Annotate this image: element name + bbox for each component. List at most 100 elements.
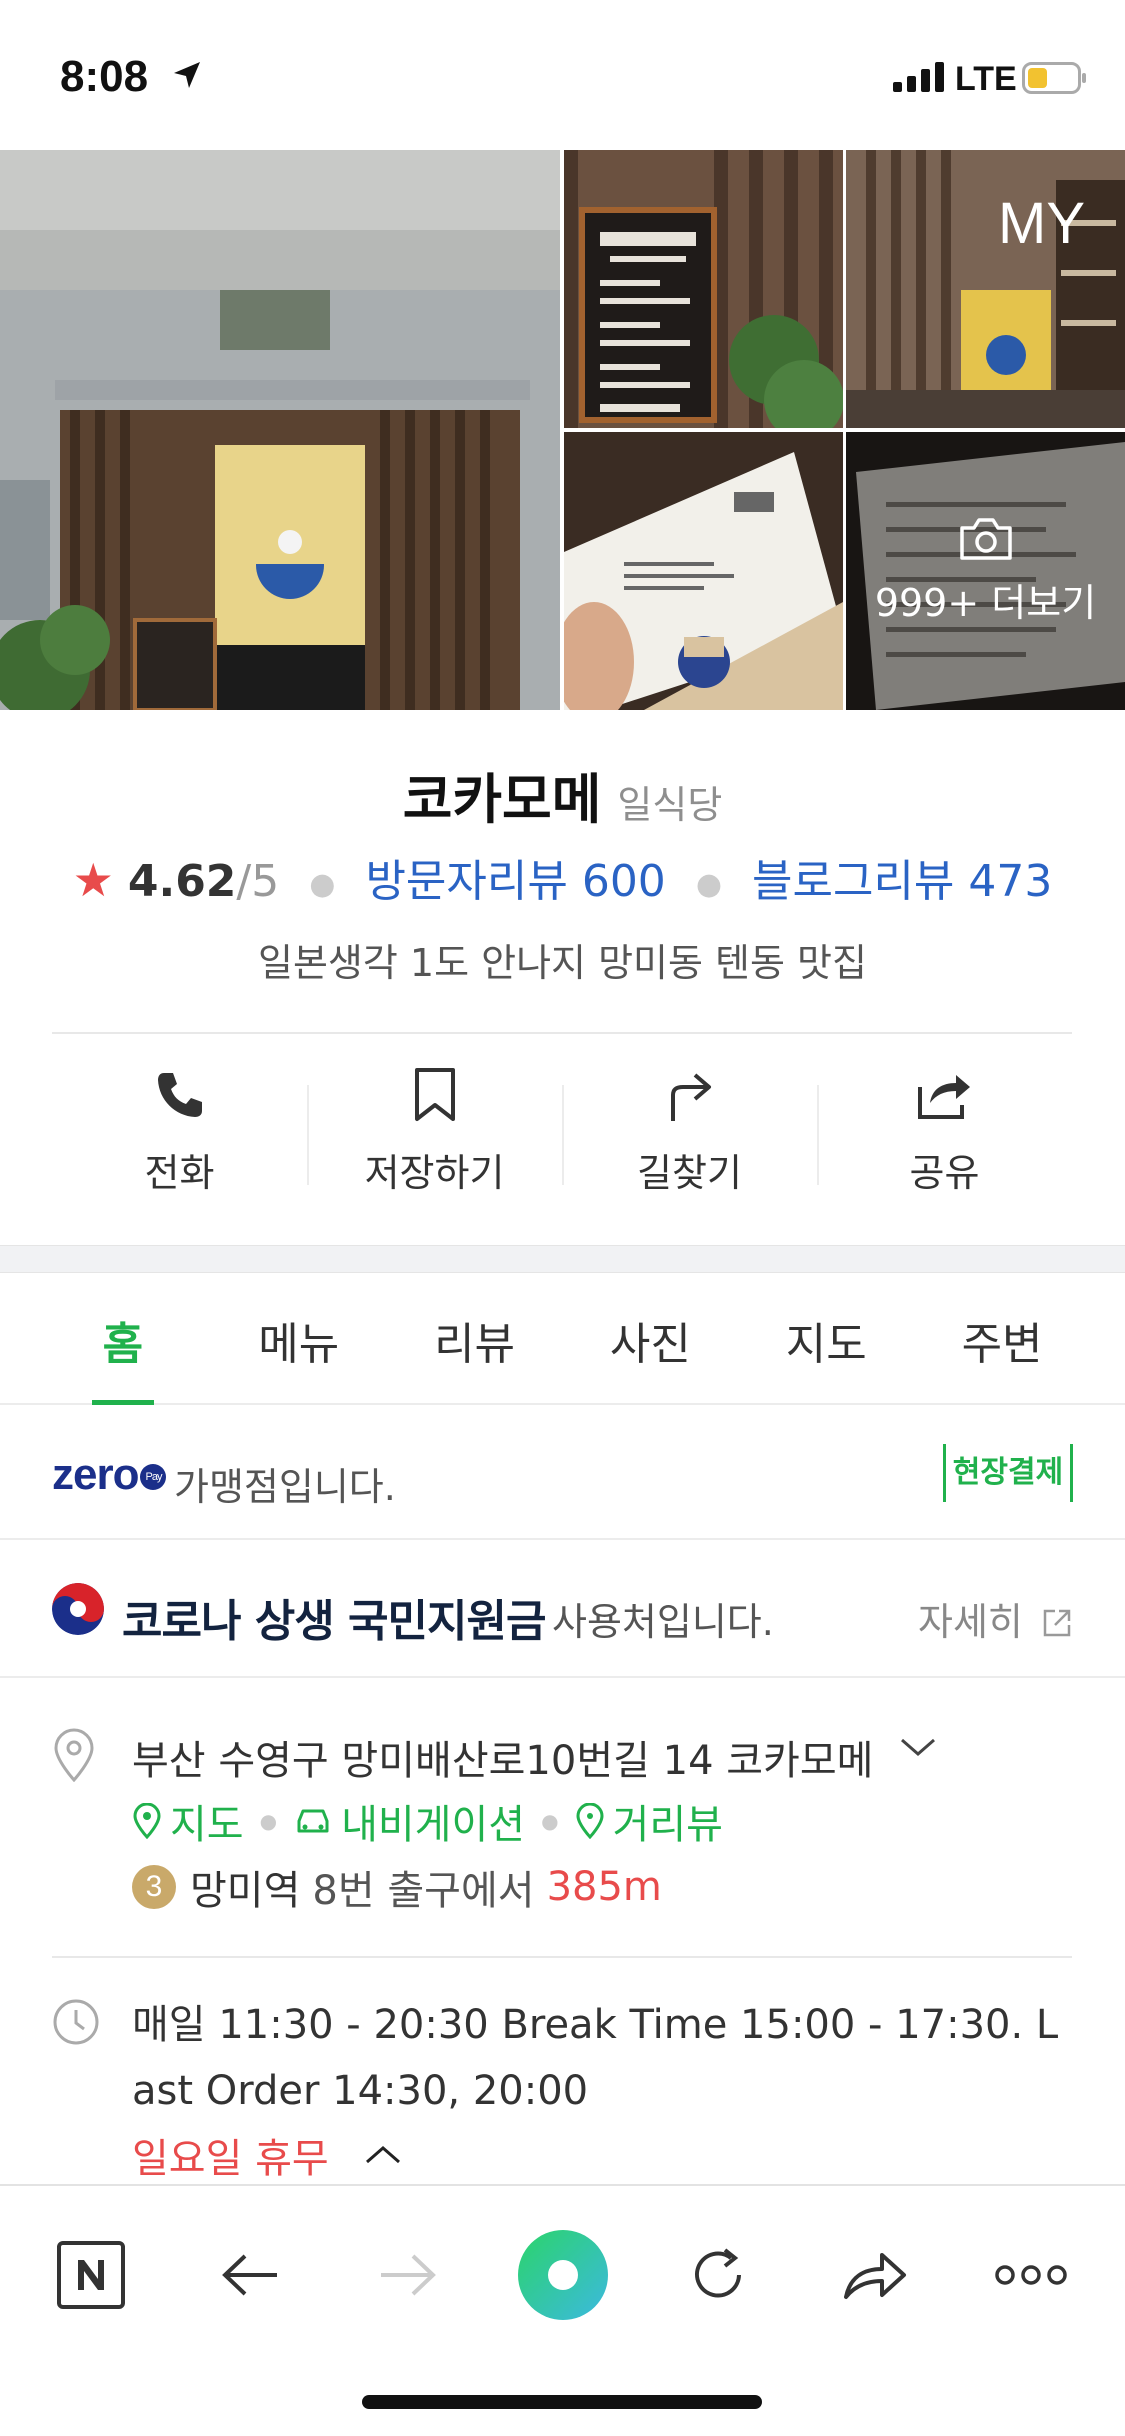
network-type: LTE bbox=[955, 60, 1017, 98]
more-dots-icon bbox=[995, 2265, 1067, 2285]
bookmark-icon bbox=[413, 1060, 457, 1130]
section-gap bbox=[0, 1245, 1125, 1273]
location-arrow-icon bbox=[172, 60, 202, 94]
subway-line-badge: 3 bbox=[132, 1865, 176, 1909]
my-label: MY bbox=[998, 191, 1085, 256]
tab-reviews[interactable]: 리뷰 bbox=[387, 1275, 563, 1403]
tab-bar: 홈 메뉴 리뷰 사진 지도 주변 bbox=[0, 1275, 1125, 1405]
separator-dot: ● bbox=[695, 866, 722, 902]
detail-label: 자세히 bbox=[918, 1600, 1023, 1644]
cellular-signal-icon bbox=[893, 62, 945, 96]
directions-label: 길찾기 bbox=[637, 1151, 742, 1195]
address-text: 부산 수영구 망미배산로10번길 14 코카모메 bbox=[132, 1738, 874, 1784]
zero-pay-logo-badge: Pay bbox=[140, 1464, 167, 1491]
more-menu-button[interactable] bbox=[986, 2230, 1076, 2320]
arrow-left-icon bbox=[222, 2254, 277, 2296]
separator-dot: ● bbox=[541, 1809, 559, 1833]
closed-day: 일요일 휴무 bbox=[132, 2136, 329, 2182]
map-link[interactable]: 지도 bbox=[132, 1792, 244, 1850]
covid-support-row: 코로나 상생 국민지원금 사용처입니다. 자세히 bbox=[0, 1543, 1125, 1678]
street-view-link-label: 거리뷰 bbox=[612, 1802, 723, 1848]
rating-row: ★ 4.62/5 ● 방문자리뷰 600 ● 블로그리뷰 473 bbox=[0, 845, 1125, 909]
chevron-up-icon bbox=[365, 2146, 400, 2164]
tab-home[interactable]: 홈 bbox=[35, 1275, 211, 1405]
photo-business-card[interactable] bbox=[564, 432, 843, 710]
visitor-reviews-link[interactable]: 방문자리뷰 600 bbox=[365, 856, 665, 907]
hours-section: 매일 11:30 - 20:30 Break Time 15:00 - 17:3… bbox=[0, 1958, 1125, 2188]
forward-button[interactable] bbox=[362, 2230, 452, 2320]
subway-exit: 8번 출구에서 bbox=[312, 1868, 535, 1914]
tab-menu[interactable]: 메뉴 bbox=[211, 1275, 387, 1403]
phone-icon bbox=[154, 1060, 206, 1130]
share-label: 공유 bbox=[909, 1151, 980, 1195]
address-section: 부산 수영구 망미배산로10번길 14 코카모메 지도 ● 내비게이션 ● 거리… bbox=[0, 1680, 1125, 1956]
external-link-icon bbox=[1043, 1609, 1071, 1637]
onsite-payment-badge: 현장결제 bbox=[943, 1444, 1073, 1502]
battery-icon bbox=[1022, 62, 1088, 98]
photo-entrance[interactable]: MY bbox=[846, 150, 1125, 428]
back-button[interactable] bbox=[206, 2230, 296, 2320]
call-button[interactable]: 전화 bbox=[52, 1060, 307, 1220]
subway-distance: 385m bbox=[546, 1864, 662, 1910]
zero-pay-logo: zero Pay bbox=[52, 1450, 167, 1500]
more-photos-label: 999+ 더보기 bbox=[874, 580, 1097, 625]
navigation-link-label: 내비게이션 bbox=[341, 1802, 526, 1848]
share-icon bbox=[916, 1060, 974, 1130]
share-button[interactable]: 공유 bbox=[817, 1060, 1072, 1220]
chevron-down-icon[interactable] bbox=[898, 1732, 938, 1766]
covid-support-text: 사용처입니다. bbox=[552, 1600, 774, 1644]
navigation-link[interactable]: 내비게이션 bbox=[293, 1792, 525, 1850]
subway-station: 망미역 bbox=[190, 1868, 301, 1914]
call-label: 전화 bbox=[144, 1151, 215, 1195]
place-category: 일식당 bbox=[617, 783, 723, 827]
action-bar: 전화 저장하기 길찾기 공유 bbox=[52, 1060, 1072, 1220]
tab-nearby[interactable]: 주변 bbox=[914, 1275, 1090, 1403]
home-indicator[interactable] bbox=[362, 2395, 762, 2409]
rating-value: 4.62 bbox=[127, 856, 237, 907]
map-link-label: 지도 bbox=[170, 1802, 244, 1848]
refresh-button[interactable] bbox=[673, 2230, 763, 2320]
zero-pay-logo-text: zero bbox=[52, 1450, 139, 1499]
street-view-pin-icon bbox=[576, 1803, 604, 1839]
divider bbox=[52, 1032, 1072, 1034]
camera-icon bbox=[959, 517, 1012, 560]
covid-support-title: 코로나 상생 국민지원금 bbox=[122, 1596, 546, 1647]
photo-menu-board[interactable] bbox=[564, 150, 843, 428]
closed-day-row[interactable]: 일요일 휴무 bbox=[132, 2126, 403, 2184]
green-dot-button[interactable] bbox=[517, 2230, 609, 2320]
star-icon: ★ bbox=[72, 853, 114, 907]
separator-dot: ● bbox=[259, 1809, 278, 1833]
blog-reviews-link[interactable]: 블로그리뷰 473 bbox=[752, 856, 1052, 907]
save-button[interactable]: 저장하기 bbox=[307, 1060, 562, 1220]
save-label: 저장하기 bbox=[364, 1151, 505, 1195]
naver-home-button[interactable] bbox=[46, 2230, 136, 2320]
tab-map[interactable]: 지도 bbox=[738, 1275, 914, 1403]
photo-menu-more[interactable]: 999+ 더보기 bbox=[846, 432, 1125, 710]
green-dot-icon bbox=[518, 2230, 608, 2320]
refresh-icon bbox=[695, 2248, 741, 2298]
photo-storefront[interactable] bbox=[0, 150, 560, 710]
detail-link[interactable]: 자세히 bbox=[918, 1591, 1073, 1646]
rating-max: /5 bbox=[236, 856, 280, 907]
street-view-link[interactable]: 거리뷰 bbox=[575, 1792, 723, 1850]
share-arrow-icon bbox=[844, 2253, 906, 2299]
directions-icon bbox=[665, 1060, 715, 1130]
status-time: 8:08 bbox=[60, 52, 149, 101]
more-photos-overlay[interactable]: 999+ 더보기 bbox=[846, 432, 1125, 710]
share-page-button[interactable] bbox=[830, 2230, 920, 2320]
map-pin-icon bbox=[133, 1803, 161, 1839]
place-header: 코카모메 일식당 bbox=[0, 755, 1125, 834]
address-links: 지도 ● 내비게이션 ● 거리뷰 bbox=[132, 1792, 723, 1850]
business-hours: 매일 11:30 - 20:30 Break Time 15:00 - 17:3… bbox=[132, 2002, 1059, 2114]
directions-button[interactable]: 길찾기 bbox=[562, 1060, 817, 1220]
naver-logo-icon bbox=[57, 2241, 125, 2309]
subway-info: 3 망미역 8번 출구에서 385m bbox=[132, 1858, 662, 1916]
tab-photos[interactable]: 사진 bbox=[562, 1275, 738, 1403]
place-name: 코카모메 bbox=[402, 768, 602, 831]
separator-dot: ● bbox=[309, 866, 336, 902]
photo-gallery: MY 999+ 더보기 bbox=[0, 150, 1125, 710]
car-icon bbox=[297, 1809, 329, 1833]
clock-icon bbox=[52, 1998, 100, 2050]
zero-pay-text: 가맹점입니다. bbox=[174, 1465, 396, 1509]
korea-emblem-icon bbox=[52, 1583, 104, 1635]
